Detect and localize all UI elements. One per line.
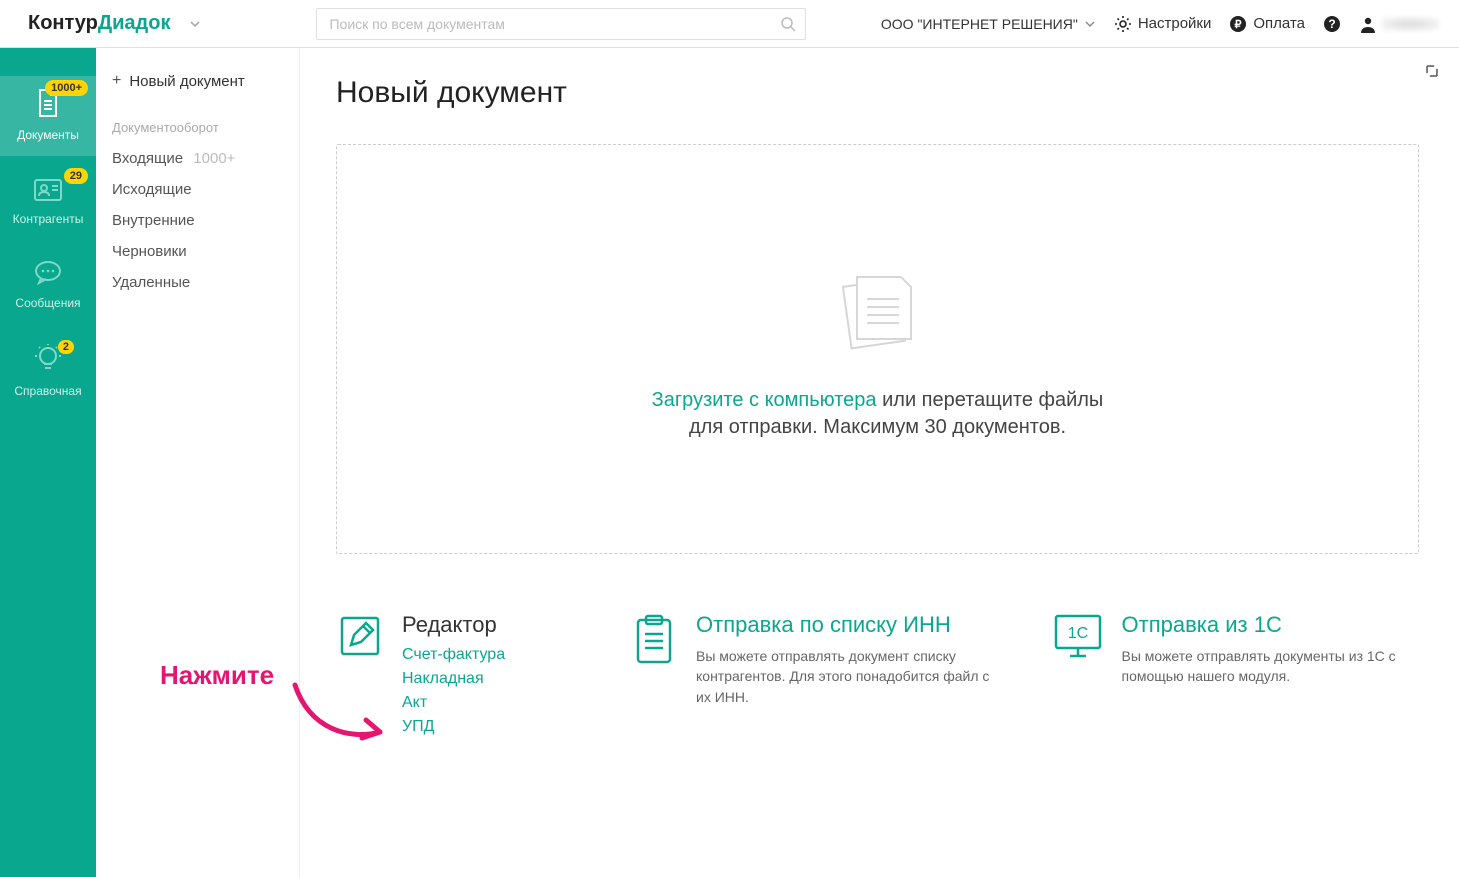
rail-help-label: Справочная (14, 384, 81, 398)
col-inn: Отправка по списку ИНН Вы можете отправл… (630, 612, 998, 742)
secondary-sidebar: + Новый документ Документооборот Входящи… (96, 48, 300, 877)
svg-text:?: ? (1328, 17, 1335, 31)
expand-icon (1423, 62, 1441, 80)
payment-label: Оплата (1253, 15, 1305, 32)
help-icon: ? (1323, 15, 1341, 33)
help-link[interactable]: ? (1323, 15, 1341, 33)
logo-text-1: Контур (28, 12, 98, 34)
editor-icon (336, 612, 384, 742)
action-columns: Редактор Счет-фактура Накладная Акт УПД (336, 612, 1419, 742)
nav-internal[interactable]: Внутренние (96, 205, 299, 236)
rail-messages[interactable]: Сообщения (0, 248, 96, 324)
col-editor: Редактор Счет-фактура Накладная Акт УПД (336, 612, 576, 742)
chevron-down-icon (1084, 18, 1096, 30)
payment-link[interactable]: ₽ Оплата (1229, 15, 1305, 33)
username-blurred (1381, 17, 1439, 31)
rail-messages-label: Сообщения (15, 296, 80, 310)
nav-inbox-count: 1000+ (193, 150, 235, 167)
user-menu[interactable] (1359, 15, 1439, 33)
chevron-down-icon (188, 17, 202, 31)
editor-link-act[interactable]: Акт (402, 694, 505, 712)
upload-text-line2: для отправки. Максимум 30 документов. (689, 416, 1066, 439)
onec-icon: 1С (1052, 612, 1104, 742)
svg-text:₽: ₽ (1235, 19, 1242, 31)
new-document-label: Новый документ (129, 73, 244, 90)
gear-icon (1114, 15, 1132, 33)
documents-stack-icon (823, 259, 933, 369)
plus-icon: + (112, 72, 121, 90)
badge-help: 2 (58, 340, 74, 354)
logo-text-2: Диадок (98, 12, 171, 34)
col-1c: 1С Отправка из 1С Вы можете отправлять д… (1052, 612, 1420, 742)
ruble-icon: ₽ (1229, 15, 1247, 33)
editor-link-waybill[interactable]: Накладная (402, 670, 505, 688)
onec-title[interactable]: Отправка из 1С (1122, 612, 1420, 638)
logo[interactable]: КонтурДиадок (28, 12, 170, 35)
contacts-icon (31, 174, 65, 204)
clipboard-icon (630, 612, 678, 666)
inn-desc: Вы можете отправлять документ списку кон… (696, 646, 998, 707)
nav-deleted[interactable]: Удаленные (96, 267, 299, 298)
upload-dropzone[interactable]: Загрузите с компьютера или перетащите фа… (336, 144, 1419, 554)
monitor-1c-icon: 1С (1052, 612, 1104, 662)
person-icon (1359, 15, 1377, 33)
org-switch-chevron[interactable] (184, 13, 206, 35)
new-document-button[interactable]: + Новый документ (96, 62, 299, 100)
upload-rest: или перетащите файлы (877, 389, 1104, 411)
nav-inbox[interactable]: Входящие 1000+ (96, 143, 299, 174)
rail-contragents-label: Контрагенты (13, 212, 84, 226)
main-panel: Новый документ Загрузите с компьютера ил… (300, 48, 1459, 877)
rail-contragents[interactable]: 29 Контрагенты (0, 164, 96, 240)
svg-text:1С: 1С (1067, 625, 1087, 642)
header-right: ООО "ИНТЕРНЕТ РЕШЕНИЯ" Настройки ₽ Оплат… (881, 15, 1439, 33)
page-title: Новый документ (336, 76, 1419, 110)
inn-icon (630, 612, 678, 742)
nav-outbox[interactable]: Исходящие (96, 174, 299, 205)
editor-link-upd[interactable]: УПД (402, 718, 505, 736)
org-name: ООО "ИНТЕРНЕТ РЕШЕНИЯ" (881, 16, 1078, 32)
editor-link-invoice[interactable]: Счет-фактура (402, 646, 505, 664)
rail-documents[interactable]: 1000+ Документы (0, 76, 96, 156)
editor-title: Редактор (402, 612, 505, 638)
search-box (316, 8, 806, 40)
left-rail: 1000+ Документы 29 Контрагенты (0, 48, 96, 877)
top-header: КонтурДиадок ООО "ИНТЕРНЕТ РЕШЕНИЯ" Наст… (0, 0, 1459, 48)
badge-documents: 1000+ (45, 80, 88, 96)
rail-documents-label: Документы (17, 128, 79, 142)
upload-text-line1: Загрузите с компьютера или перетащите фа… (652, 389, 1104, 412)
org-selector[interactable]: ООО "ИНТЕРНЕТ РЕШЕНИЯ" (881, 16, 1096, 32)
nav-inbox-label: Входящие (112, 150, 183, 167)
onec-desc: Вы можете отправлять документы из 1С с п… (1122, 646, 1420, 687)
settings-label: Настройки (1138, 15, 1212, 32)
section-title-docflow: Документооборот (96, 100, 299, 143)
pencil-note-icon (336, 612, 384, 660)
expand-button[interactable] (1423, 62, 1441, 80)
upload-link[interactable]: Загрузите с компьютера (652, 389, 877, 411)
search-icon[interactable] (780, 16, 796, 32)
inn-title[interactable]: Отправка по списку ИНН (696, 612, 998, 638)
nav-drafts[interactable]: Черновики (96, 236, 299, 267)
settings-link[interactable]: Настройки (1114, 15, 1212, 33)
search-input[interactable] (316, 8, 806, 40)
chat-icon (31, 258, 65, 288)
badge-contragents: 29 (64, 168, 88, 184)
rail-help[interactable]: 2 Справочная (0, 332, 96, 412)
